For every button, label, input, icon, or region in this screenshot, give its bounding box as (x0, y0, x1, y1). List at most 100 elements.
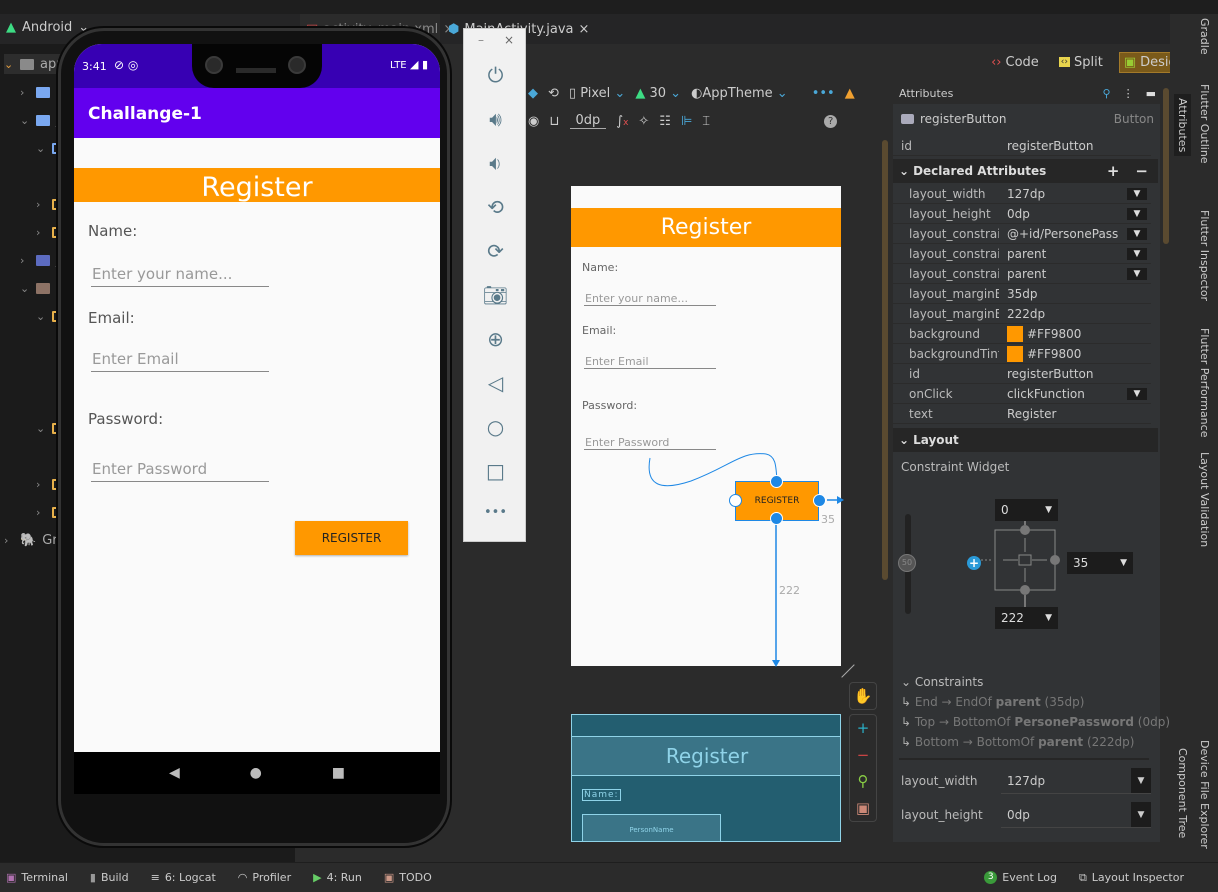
orientation-icon[interactable]: ⟲ (548, 86, 559, 101)
pan-hand-icon[interactable]: ✋ (849, 682, 877, 710)
canvas-scrollbar[interactable] (882, 140, 888, 580)
constraint-item[interactable]: ↳ End → EndOf parent (35dp) (901, 695, 1084, 709)
attributes-scrollbar[interactable] (1163, 88, 1169, 244)
device-file-explorer-tool-tab[interactable]: Device File Explorer (1198, 740, 1211, 849)
code-mode-button[interactable]: ‹› Code (987, 53, 1043, 72)
top-anchor-handle[interactable] (770, 475, 783, 488)
remove-attribute-icon[interactable]: − (1135, 162, 1148, 180)
home-icon[interactable]: ○ (464, 415, 527, 439)
layers-icon[interactable]: ◆ (528, 86, 538, 101)
email-input[interactable]: Enter Email (91, 350, 269, 372)
attribute-value[interactable]: @+id/PersonePass ▼ (999, 227, 1151, 241)
end-margin-dropdown[interactable]: 35 ▼ (1067, 552, 1133, 574)
attributes-tool-tab[interactable]: Attributes (1174, 94, 1191, 157)
constraint-item[interactable]: ↳ Top → BottomOf PersonePassword (0dp) (901, 715, 1170, 729)
layout-attribute-input[interactable]: 0dp ▼ (1001, 802, 1151, 828)
theme-selector[interactable]: ◐AppTheme ⌄ (691, 86, 788, 101)
dropdown-arrow-icon[interactable]: ▼ (1127, 207, 1147, 220)
build-tool[interactable]: ▮ Build (90, 871, 129, 884)
flutter-performance-tool-tab[interactable]: Flutter Performance (1198, 328, 1211, 437)
volume-up-icon[interactable]: 🔊︎ (464, 107, 527, 131)
profiler-tool[interactable]: ◠ Profiler (238, 871, 291, 884)
attribute-value[interactable]: registerButton (999, 367, 1151, 381)
terminal-tool[interactable]: ▣ Terminal (6, 871, 68, 884)
api-selector[interactable]: ▲ 30 ⌄ (635, 86, 681, 101)
zoom-in-icon[interactable]: + (857, 719, 870, 737)
back-icon[interactable]: ◀ (169, 765, 180, 781)
blueprint-header[interactable]: Register (572, 736, 840, 776)
volume-down-icon[interactable]: 🔉︎ (464, 151, 527, 175)
color-swatch[interactable] (1007, 345, 1023, 362)
bottom-margin-dropdown[interactable]: 222 ▼ (995, 607, 1058, 629)
attribute-value[interactable]: #FF9800 (999, 325, 1151, 342)
flutter-outline-tool-tab[interactable]: Flutter Outline (1198, 84, 1211, 164)
layout-section-header[interactable]: ⌄ Layout (893, 428, 1158, 452)
attribute-value[interactable]: parent ▼ (999, 247, 1151, 261)
blueprint-name-label[interactable]: Name: (582, 789, 621, 801)
constraints-header[interactable]: ⌄ Constraints (901, 675, 983, 689)
todo-tool[interactable]: ▣ TODO (384, 871, 432, 884)
split-mode-button[interactable]: ‹› Split (1055, 53, 1107, 72)
help-icon[interactable]: ? (824, 114, 838, 128)
attribute-value[interactable]: clickFunction ▼ (999, 387, 1151, 401)
attribute-value[interactable]: 127dp ▼ (999, 187, 1151, 201)
search-icon[interactable]: ⚲ (1103, 87, 1111, 100)
add-attribute-icon[interactable]: + (1107, 162, 1120, 180)
warning-icon[interactable]: ▲ (845, 86, 855, 101)
blueprint-name-field[interactable]: PersonName (582, 814, 721, 841)
minimize-icon[interactable]: ▬ (1146, 87, 1156, 100)
camera-icon[interactable]: 📷︎ (464, 283, 527, 307)
power-icon[interactable]: ⏻ (464, 63, 527, 87)
name-input[interactable]: Enter your name... (91, 265, 269, 287)
overview-icon[interactable]: □ (464, 459, 527, 483)
design-surface[interactable]: Register Name: Enter your name... Email:… (571, 186, 844, 667)
more-icon[interactable]: ••• (464, 505, 527, 520)
bias-slider-thumb[interactable]: 50 (898, 554, 916, 572)
back-icon[interactable]: ◁ (464, 371, 527, 395)
eye-icon[interactable]: ◉ (528, 114, 539, 129)
layout-attribute-input[interactable]: 127dp ▼ (1001, 768, 1151, 794)
dropdown-arrow-icon[interactable]: ▼ (1127, 187, 1147, 200)
infer-constraints-icon[interactable]: ✧ (638, 114, 649, 129)
minimize-icon[interactable]: – (478, 33, 484, 47)
home-icon[interactable]: ● (250, 765, 262, 781)
dropdown-arrow-icon[interactable]: ▼ (1131, 802, 1151, 827)
close-icon[interactable]: × (504, 33, 514, 47)
emulator-screen[interactable]: 3:41 ⊘ ◎ LTE ◢ ▮ Challange-1 Register Na… (74, 44, 440, 752)
add-start-constraint-icon[interactable]: + (967, 556, 981, 570)
run-tool[interactable]: ▶ 4: Run (313, 871, 362, 884)
logcat-tool[interactable]: ≡ 6: Logcat (151, 871, 216, 884)
layout-validation-tool-tab[interactable]: Layout Validation (1198, 452, 1211, 547)
attribute-value[interactable]: 35dp (999, 287, 1151, 301)
attribute-value[interactable]: 0dp ▼ (999, 207, 1151, 221)
declared-attributes-header[interactable]: ⌄ Declared Attributes + − (893, 159, 1158, 183)
password-input[interactable]: Enter Password (91, 460, 269, 482)
default-margin-field[interactable]: 0dp (569, 113, 607, 129)
dropdown-arrow-icon[interactable]: ▼ (1127, 387, 1147, 400)
rotate-right-icon[interactable]: ⟳ (464, 239, 527, 263)
dropdown-arrow-icon[interactable]: ▼ (1127, 227, 1147, 240)
register-button[interactable]: REGISTER (295, 521, 408, 555)
align-icon[interactable]: ⊫ (681, 114, 692, 129)
dropdown-arrow-icon[interactable]: ▼ (1127, 267, 1147, 280)
layout-inspector-tool[interactable]: ⧉ Layout Inspector (1079, 871, 1184, 885)
color-swatch[interactable] (1007, 325, 1023, 342)
attribute-value[interactable]: 222dp (999, 307, 1151, 321)
dropdown-arrow-icon[interactable]: ▼ (1131, 768, 1151, 793)
zoom-icon[interactable]: ⊕ (464, 327, 527, 351)
gradle-tool-tab[interactable]: Gradle (1198, 18, 1211, 55)
flutter-inspector-tool-tab[interactable]: Flutter Inspector (1198, 210, 1211, 301)
dropdown-arrow-icon[interactable]: ▼ (1127, 247, 1147, 260)
blueprint-surface[interactable]: Register Name: PersonName (571, 714, 841, 842)
guidelines-icon[interactable]: ⌶ (702, 114, 710, 129)
overview-icon[interactable]: ■ (332, 765, 345, 781)
close-icon[interactable]: × (579, 22, 590, 37)
device-selector[interactable]: ▯ Pixel ⌄ (569, 86, 625, 101)
top-margin-dropdown[interactable]: 0 ▼ (995, 499, 1058, 521)
zoom-actual-icon[interactable]: ⚲ (858, 772, 869, 790)
pack-icon[interactable]: ☷ (659, 114, 671, 129)
attribute-value[interactable]: #FF9800 (999, 345, 1151, 362)
more-icon[interactable]: ••• (812, 86, 835, 101)
rotate-left-icon[interactable]: ⟲ (464, 195, 527, 219)
magnet-icon[interactable]: ⊔ (549, 114, 559, 129)
